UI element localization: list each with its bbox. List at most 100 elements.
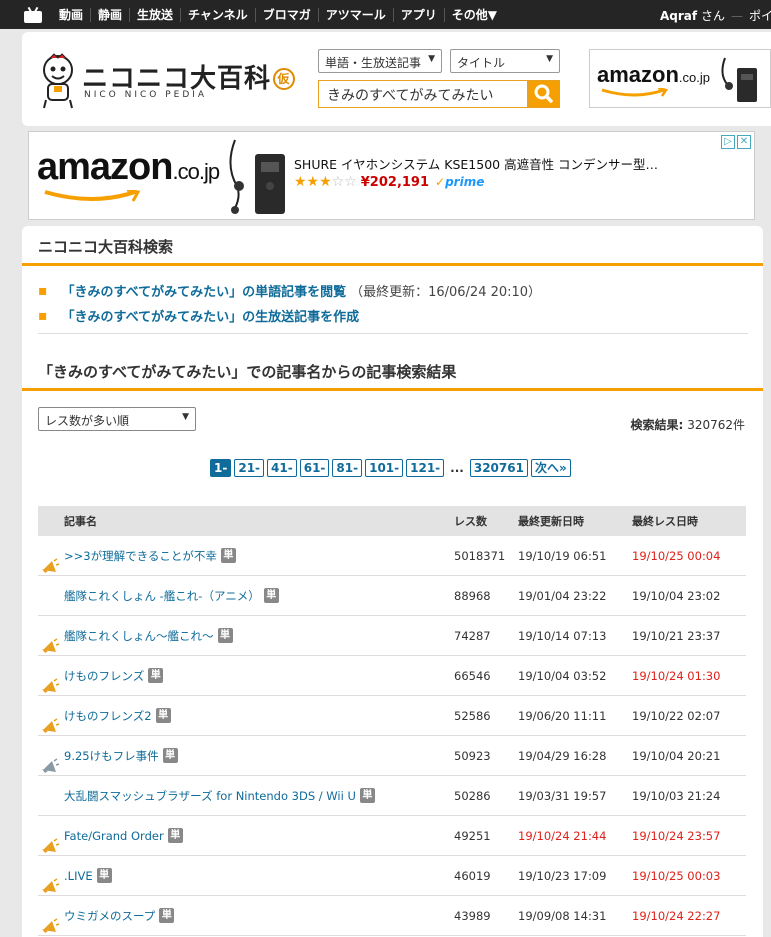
nav-atsumaru[interactable]: アツマール: [319, 7, 394, 22]
word-article-tag: 単: [96, 868, 112, 883]
article-type-select[interactable]: 単語・生放送記事 ▼: [318, 49, 442, 73]
site-logo[interactable]: ニコニコ大百科仮 NICO NICO PEDIA: [38, 48, 296, 114]
table-header: 記事名 レス数 最終更新日時 最終レス日時: [38, 506, 746, 536]
last-res-cell: 19/10/04 23:02: [632, 588, 721, 603]
horn-icon: [42, 557, 60, 573]
res-count-cell: 74287: [454, 628, 491, 643]
main-content: ニコニコ大百科検索 ▪ 「きみのすべてがみてみたい」の単語記事を閲覧 （最終更新…: [22, 226, 763, 937]
updated-cell: 19/09/08 14:31: [518, 908, 607, 923]
table-row: .LIVE 単 46019 19/10/23 17:09 19/10/25 00:03: [38, 856, 746, 896]
nav-douga[interactable]: 動画: [52, 7, 92, 22]
amazon-logo: amazon.co.jp: [37, 146, 220, 188]
table-row: 9.25けもフレ事件単 50923 19/04/29 16:28 19/10/04 2…: [38, 736, 746, 776]
horn-icon: [42, 637, 60, 653]
adchoices[interactable]: ▷ ✕: [721, 135, 751, 149]
page-link[interactable]: 61-: [299, 459, 330, 477]
table-row: 艦隊これくしょん〜艦これ〜単 74287 19/10/14 07:13 19/10/2…: [38, 616, 746, 656]
col-updated-header: 最終更新日時: [518, 515, 584, 528]
article-name-cell: 9.25けもフレ事件単: [38, 748, 454, 773]
page-link[interactable]: 81-: [332, 459, 363, 477]
article-name-cell: 艦隊これくしょん -艦これ-（アニメ）単: [38, 588, 454, 604]
logo-kari-mark: 仮: [273, 68, 296, 90]
results-table: 記事名 レス数 最終更新日時 最終レス日時 >>3が理解できることが不幸単 501…: [38, 506, 746, 936]
res-count-cell: 50286: [454, 788, 491, 803]
search-field-select[interactable]: タイトル ▼: [450, 49, 560, 73]
amazon-ad-banner[interactable]: amazon.co.jp SHURE イヤホンシステム KSE1500 高遮音性…: [28, 131, 755, 220]
user-menu[interactable]: Aqraf さん — ポイン: [660, 7, 771, 24]
close-icon[interactable]: ✕: [737, 135, 751, 149]
pagination: 1- 21- 41- 61- 81- 101- 121- ... 320761 …: [210, 459, 571, 477]
article-link[interactable]: >>3が理解できることが不幸: [64, 548, 217, 564]
horn-icon: [42, 838, 60, 853]
star-rating-icon: ★★★☆☆: [294, 174, 357, 190]
page-link[interactable]: 1-: [210, 459, 232, 477]
amazon-smile-icon: [44, 190, 141, 202]
bullet-icon: ▪: [38, 307, 48, 324]
last-res-cell: 19/10/22 02:07: [632, 708, 721, 723]
nav-app[interactable]: アプリ: [394, 7, 445, 22]
search-input[interactable]: きみのすべてがみてみたい: [318, 80, 528, 108]
view-article-link[interactable]: 「きみのすべてがみてみたい」の単語記事を閲覧: [62, 281, 347, 300]
niconico-tv-icon[interactable]: [24, 6, 42, 23]
article-link[interactable]: .LIVE: [64, 869, 93, 883]
updated-cell: 19/10/19 06:51: [518, 548, 607, 563]
table-row: けものフレンズ2 単 52586 19/06/20 11:11 19/10/22 02:…: [38, 696, 746, 736]
user-name: Aqraf: [660, 9, 698, 23]
article-link[interactable]: 艦隊これくしょん -艦これ-（アニメ）: [64, 588, 260, 604]
user-separator: —: [730, 9, 743, 23]
earphone-product-image: [721, 57, 757, 102]
article-link[interactable]: 9.25けもフレ事件: [64, 748, 159, 764]
points-link[interactable]: ポイン: [749, 9, 771, 23]
adchoices-icon[interactable]: ▷: [721, 135, 735, 149]
site-header: ニコニコ大百科仮 NICO NICO PEDIA 単語・生放送記事 ▼ タイトル…: [22, 32, 771, 126]
updated-cell: 19/10/04 03:52: [518, 668, 607, 683]
nav-blomaga[interactable]: ブロマガ: [256, 7, 319, 22]
word-article-tag: 単: [159, 908, 175, 923]
updated-cell: 19/10/24 21:44: [518, 828, 607, 843]
last-res-cell: 19/10/04 20:21: [632, 748, 721, 763]
last-res-cell: 19/10/25 00:04: [632, 548, 721, 563]
service-nav: 動画 静画 生放送 チャンネル ブロマガ アツマール アプリ その他▼: [52, 7, 504, 22]
article-link[interactable]: けものフレンズ2: [64, 708, 152, 724]
article-link[interactable]: 艦隊これくしょん〜艦これ〜: [64, 628, 214, 644]
chevron-down-icon: ▼: [428, 54, 435, 64]
word-article-tag: 単: [263, 588, 279, 603]
nav-other-menu[interactable]: その他▼: [445, 8, 504, 22]
word-article-tag: 単: [162, 748, 178, 763]
create-live-article-link[interactable]: 「きみのすべてがみてみたい」の生放送記事を作成: [62, 306, 360, 325]
header-ad[interactable]: amazon.co.jp: [589, 49, 771, 108]
horn-icon: [42, 717, 60, 733]
page-link[interactable]: 21-: [234, 459, 265, 477]
last-res-cell: 19/10/24 22:27: [632, 908, 721, 923]
chevron-down-icon: ▼: [182, 412, 189, 422]
nav-live[interactable]: 生放送: [130, 7, 182, 22]
sort-order-select[interactable]: レス数が多い順 ▼: [38, 407, 196, 431]
list-item: ▪ 「きみのすべてがみてみたい」の生放送記事を作成: [38, 303, 748, 328]
page-link[interactable]: 101-: [365, 459, 404, 477]
word-article-tag: 単: [217, 628, 233, 643]
nav-channel[interactable]: チャンネル: [181, 7, 256, 22]
page-link[interactable]: 121-: [406, 459, 445, 477]
search-button[interactable]: [528, 80, 560, 108]
nav-seiga[interactable]: 静画: [91, 7, 131, 22]
article-link[interactable]: Fate/Grand Order: [64, 829, 164, 843]
article-link[interactable]: けものフレンズ: [64, 668, 144, 684]
last-res-cell: 19/10/03 21:24: [632, 788, 721, 803]
earphone-product-image: [229, 139, 285, 214]
next-page-button[interactable]: 次へ»: [530, 459, 571, 477]
amazon-smile-icon: [601, 88, 669, 97]
chevron-down-icon: ▼: [546, 54, 553, 64]
article-name-cell: 艦隊これくしょん〜艦これ〜単: [38, 628, 454, 653]
article-link[interactable]: ウミガメのスープ: [64, 908, 155, 924]
page-link[interactable]: 41-: [267, 459, 297, 477]
col-last-header: 最終レス日時: [632, 515, 698, 528]
horn-icon: [42, 878, 60, 893]
page-link-last[interactable]: 320761: [469, 459, 528, 477]
updated-cell: 19/04/29 16:28: [518, 748, 607, 763]
word-article-tag: 単: [148, 668, 164, 683]
article-link[interactable]: 大乱闘スマッシュブラザーズ for Nintendo 3DS / Wii U: [64, 788, 356, 804]
updated-cell: 19/03/31 19:57: [518, 788, 607, 803]
res-count-cell: 88968: [454, 588, 491, 603]
res-count-cell: 66546: [454, 668, 491, 683]
res-count-cell: 49251: [454, 828, 491, 843]
